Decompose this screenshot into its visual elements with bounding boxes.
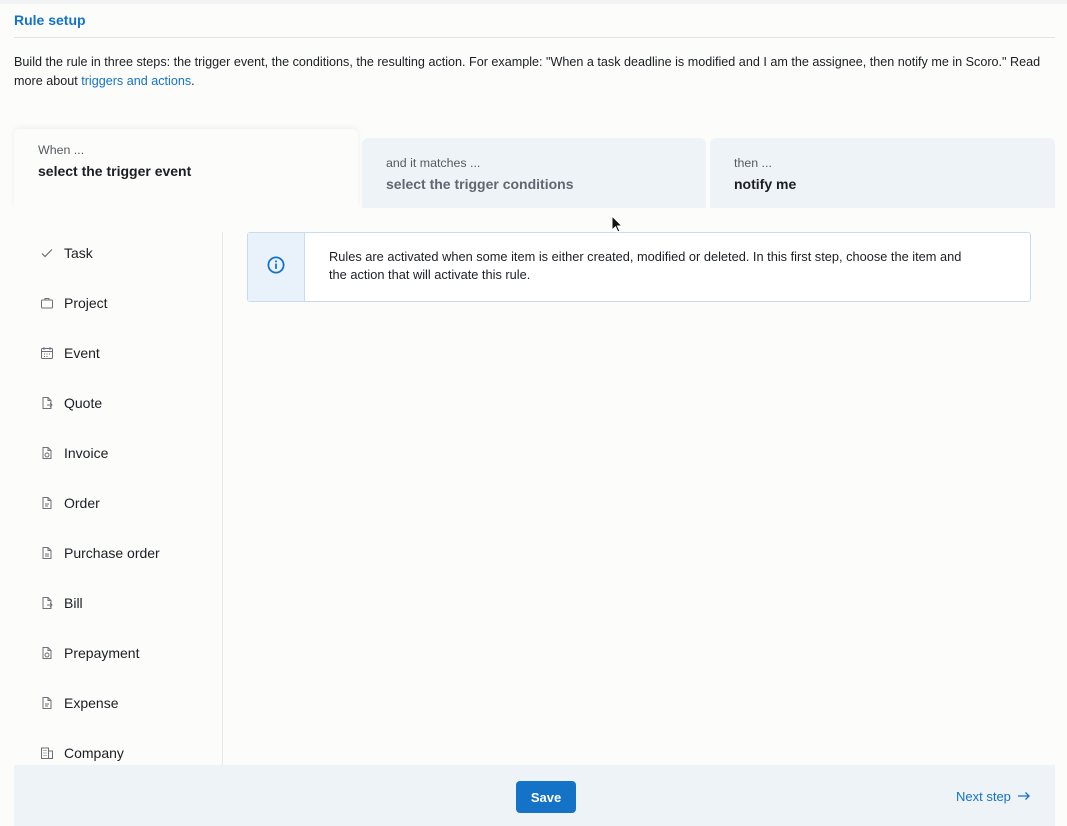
step-tab-trigger-conditions[interactable]: and it matches ... select the trigger co… <box>362 138 706 208</box>
info-icon <box>267 256 285 279</box>
step-tab-trigger-event[interactable]: When ... select the trigger event <box>14 129 358 209</box>
intro-end: . <box>191 74 195 88</box>
menu-item-prepayment[interactable]: Prepayment <box>40 642 139 664</box>
menu-item-order[interactable]: Order <box>40 492 100 514</box>
calendar-icon <box>40 346 54 360</box>
prepayment-document-icon <box>40 646 54 660</box>
menu-item-label: Purchase order <box>64 545 160 561</box>
invoice-document-icon <box>40 446 54 460</box>
info-banner-icon-area <box>248 233 305 301</box>
bill-document-icon <box>40 596 54 610</box>
menu-item-purchase-order[interactable]: Purchase order <box>40 542 160 564</box>
building-icon <box>40 746 54 760</box>
quote-document-icon <box>40 396 54 410</box>
arrow-right-icon <box>1011 789 1031 804</box>
menu-item-project[interactable]: Project <box>40 292 108 314</box>
step-pre-label: and it matches ... <box>386 156 481 170</box>
next-step-label: Next step <box>956 789 1011 804</box>
info-banner-text: Rules are activated when some item is ei… <box>329 249 962 282</box>
save-button[interactable]: Save <box>516 781 576 813</box>
menu-item-label: Quote <box>64 395 103 411</box>
purchase-order-icon <box>40 546 54 560</box>
page-title: Rule setup <box>14 12 86 28</box>
step-tab-notify[interactable]: then ... notify me <box>710 138 1055 208</box>
page: Rule setup Build the rule in three steps… <box>0 0 1067 826</box>
menu-item-invoice[interactable]: Invoice <box>40 442 108 464</box>
menu-item-task[interactable]: Task <box>40 242 93 264</box>
menu-item-label: Invoice <box>64 445 109 461</box>
intro-text: Build the rule in three steps: the trigg… <box>14 53 1059 91</box>
title-divider <box>14 37 1055 38</box>
next-step-link[interactable]: Next step <box>956 789 1031 804</box>
order-document-icon <box>40 496 54 510</box>
check-icon <box>40 246 54 260</box>
menu-item-label: Task <box>64 245 93 261</box>
menu-item-event[interactable]: Event <box>40 342 100 364</box>
menu-item-bill[interactable]: Bill <box>40 592 83 614</box>
menu-item-label: Project <box>64 295 108 311</box>
triggers-and-actions-link[interactable]: triggers and actions <box>81 74 191 88</box>
menu-item-label: Expense <box>64 695 119 711</box>
menu-item-company[interactable]: Company <box>40 742 124 764</box>
expense-document-icon <box>40 696 54 710</box>
menu-item-label: Bill <box>64 595 83 611</box>
step-main-label: notify me <box>734 176 797 192</box>
step-pre-label: then ... <box>734 156 772 170</box>
menu-item-expense[interactable]: Expense <box>40 692 118 714</box>
menu-item-label: Prepayment <box>64 645 140 661</box>
step-pre-label: When ... <box>38 143 85 157</box>
sidebar-divider <box>222 232 223 765</box>
step-main-label: select the trigger event <box>38 163 192 179</box>
menu-item-label: Company <box>64 745 124 761</box>
info-banner: Rules are activated when some item is ei… <box>247 232 1031 302</box>
mouse-cursor-icon <box>611 214 624 238</box>
menu-item-quote[interactable]: Quote <box>40 392 102 414</box>
briefcase-icon <box>40 296 54 310</box>
top-bar <box>0 0 1067 4</box>
menu-item-label: Event <box>64 345 100 361</box>
step-main-label: select the trigger conditions <box>386 176 574 192</box>
menu-item-label: Order <box>64 495 100 511</box>
